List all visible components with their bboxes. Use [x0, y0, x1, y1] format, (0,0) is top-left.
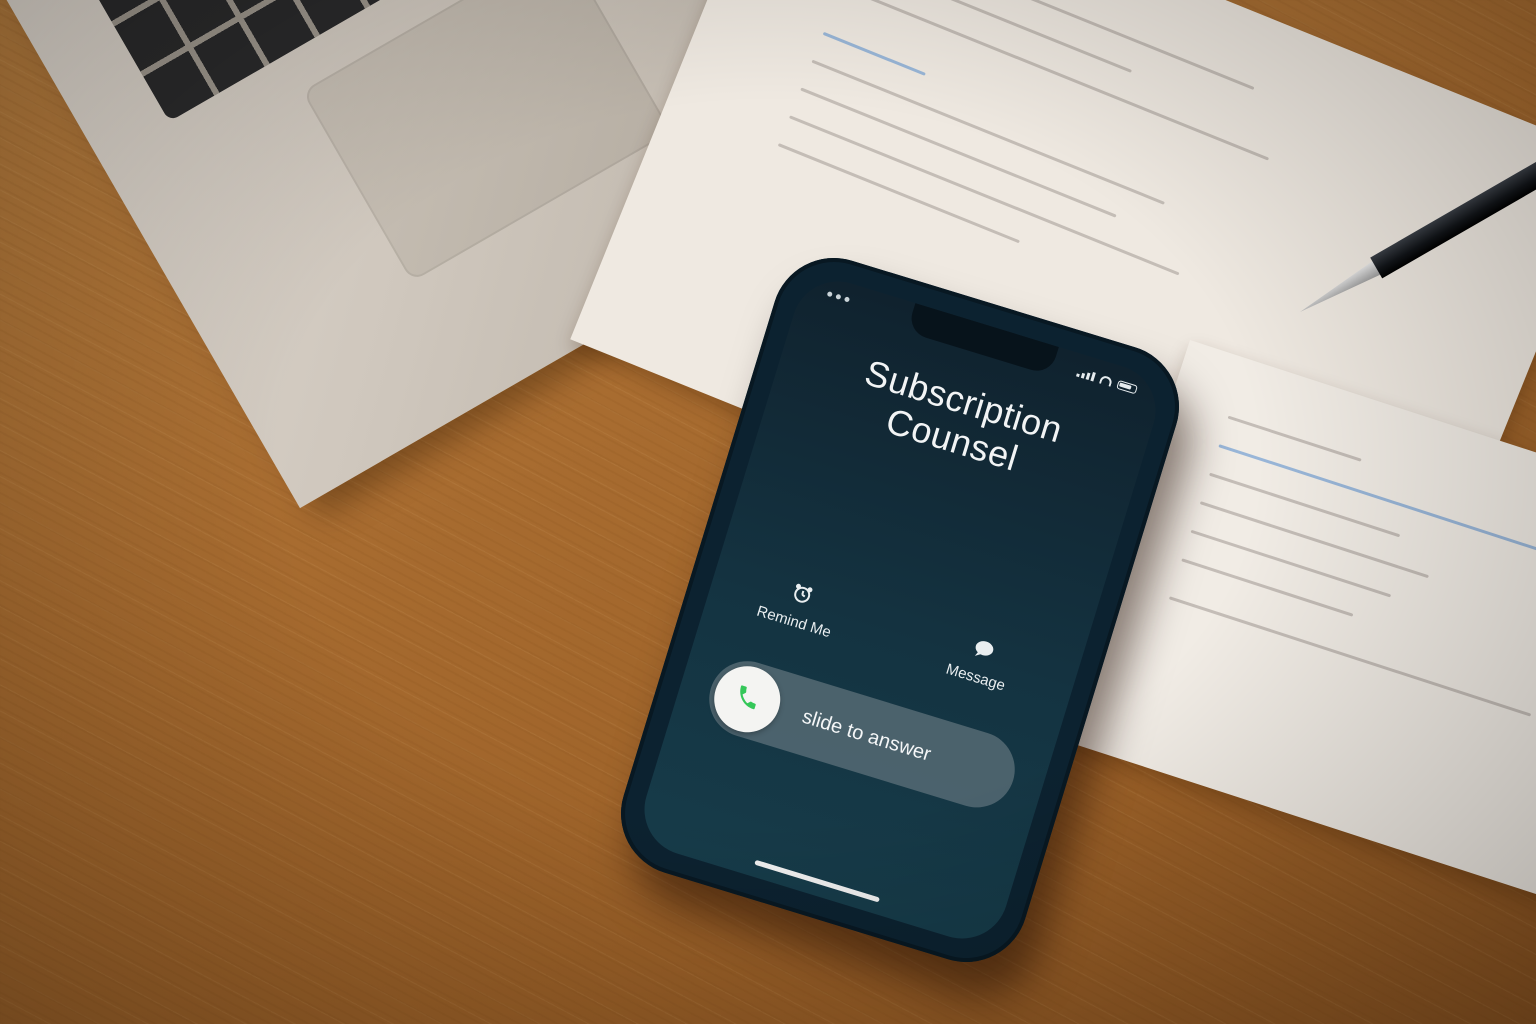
battery-icon [1116, 379, 1138, 395]
message-button[interactable]: Message [925, 624, 1035, 700]
signal-icon [1076, 368, 1096, 382]
caller-name: Subscription Counsel [766, 327, 1149, 513]
home-indicator[interactable] [754, 859, 881, 903]
wifi-icon [1098, 374, 1114, 387]
remind-me-button[interactable]: Remind Me [744, 569, 854, 645]
status-bar-left [826, 291, 851, 303]
phone-icon [730, 681, 764, 718]
status-bar-right [1076, 368, 1138, 395]
slide-to-answer-label: slide to answer [799, 705, 934, 766]
answer-knob[interactable] [706, 658, 789, 741]
